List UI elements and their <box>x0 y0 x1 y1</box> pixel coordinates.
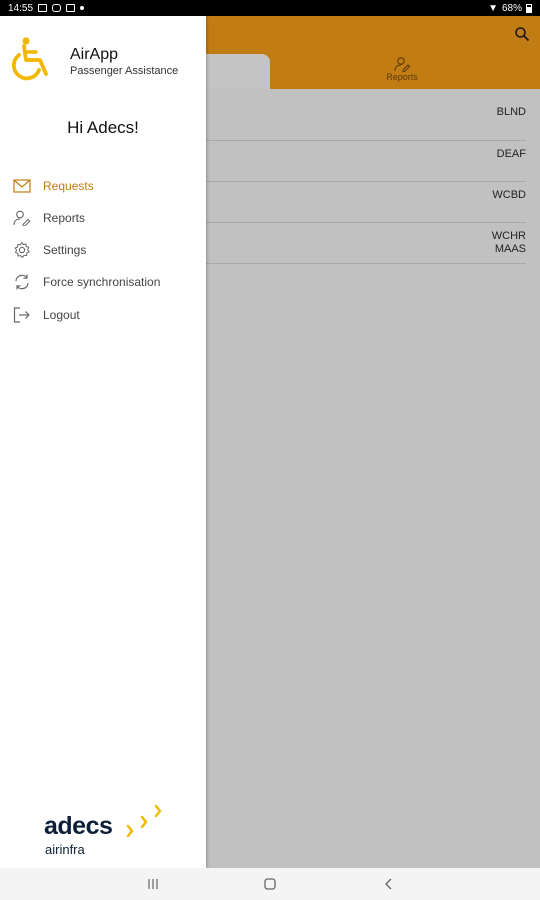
nav-item-logout[interactable]: Logout <box>0 300 206 330</box>
app-subtitle: Passenger Assistance <box>70 65 179 77</box>
brand-name: adecs <box>44 812 113 840</box>
nav-item-requests[interactable]: Requests <box>0 171 206 201</box>
cast-notification-icon <box>66 4 76 12</box>
chevrons-icon <box>126 804 162 838</box>
brand-subtitle: airinfra <box>45 842 85 857</box>
shield-notification-icon <box>52 4 62 12</box>
user-edit-icon <box>12 208 32 228</box>
more-notifications-icon <box>80 6 85 10</box>
nav-item-label: Reports <box>43 211 86 225</box>
nav-item-settings[interactable]: Settings <box>0 235 206 265</box>
logout-icon <box>12 305 32 325</box>
adecs-logo: adecs airinfra <box>44 796 184 866</box>
list-item[interactable]: WCBD <box>206 182 526 223</box>
battery-icon <box>526 3 532 13</box>
nav-item-label: Force synchronisation <box>43 275 161 289</box>
sync-icon <box>12 272 32 292</box>
nav-item-reports[interactable]: Reports <box>0 203 206 233</box>
list-item[interactable]: BLND <box>206 89 526 141</box>
gear-icon <box>12 240 32 260</box>
assistance-code: BLND <box>496 106 526 118</box>
greeting: Hi Adecs! <box>67 118 139 137</box>
nav-item-label: Logout <box>43 308 80 322</box>
battery-percent: 68% <box>501 2 522 14</box>
assistance-code: WCBD <box>492 189 526 201</box>
status-bar: 14:55 ▼ 68% <box>0 0 540 16</box>
navigation-drawer: AirApp Passenger Assistance Hi Adecs! Re… <box>0 16 206 868</box>
list-item[interactable]: WCHR MAAS <box>206 223 526 264</box>
system-nav-bar <box>0 868 540 900</box>
mail-icon <box>12 176 32 196</box>
app-name: AirApp <box>70 46 119 63</box>
nav-item-label: Requests <box>43 179 94 193</box>
assistance-code: WCHR <box>491 230 526 242</box>
tab-reports[interactable]: Reports <box>372 56 432 88</box>
nav-item-force-sync[interactable]: Force synchronisation <box>0 267 206 297</box>
recent-apps-button[interactable] <box>133 868 173 900</box>
user-edit-icon <box>394 57 411 72</box>
home-button[interactable] <box>250 868 290 900</box>
status-time: 14:55 <box>8 2 34 14</box>
list-item[interactable]: DEAF <box>206 141 526 182</box>
tab-reports-label: Reports <box>386 72 418 82</box>
back-button[interactable] <box>369 868 409 900</box>
image-notification-icon <box>38 4 48 12</box>
nav-item-label: Settings <box>43 243 87 257</box>
back-icon <box>385 878 392 890</box>
wifi-icon: ▼ <box>488 2 498 14</box>
tab-requests[interactable] <box>206 54 270 89</box>
recents-icon <box>148 879 158 889</box>
assistance-code: DEAF <box>496 148 526 160</box>
search-icon[interactable] <box>514 26 530 42</box>
assistance-code: MAAS <box>494 243 526 255</box>
wheelchair-icon <box>11 37 48 81</box>
home-icon <box>264 878 276 890</box>
